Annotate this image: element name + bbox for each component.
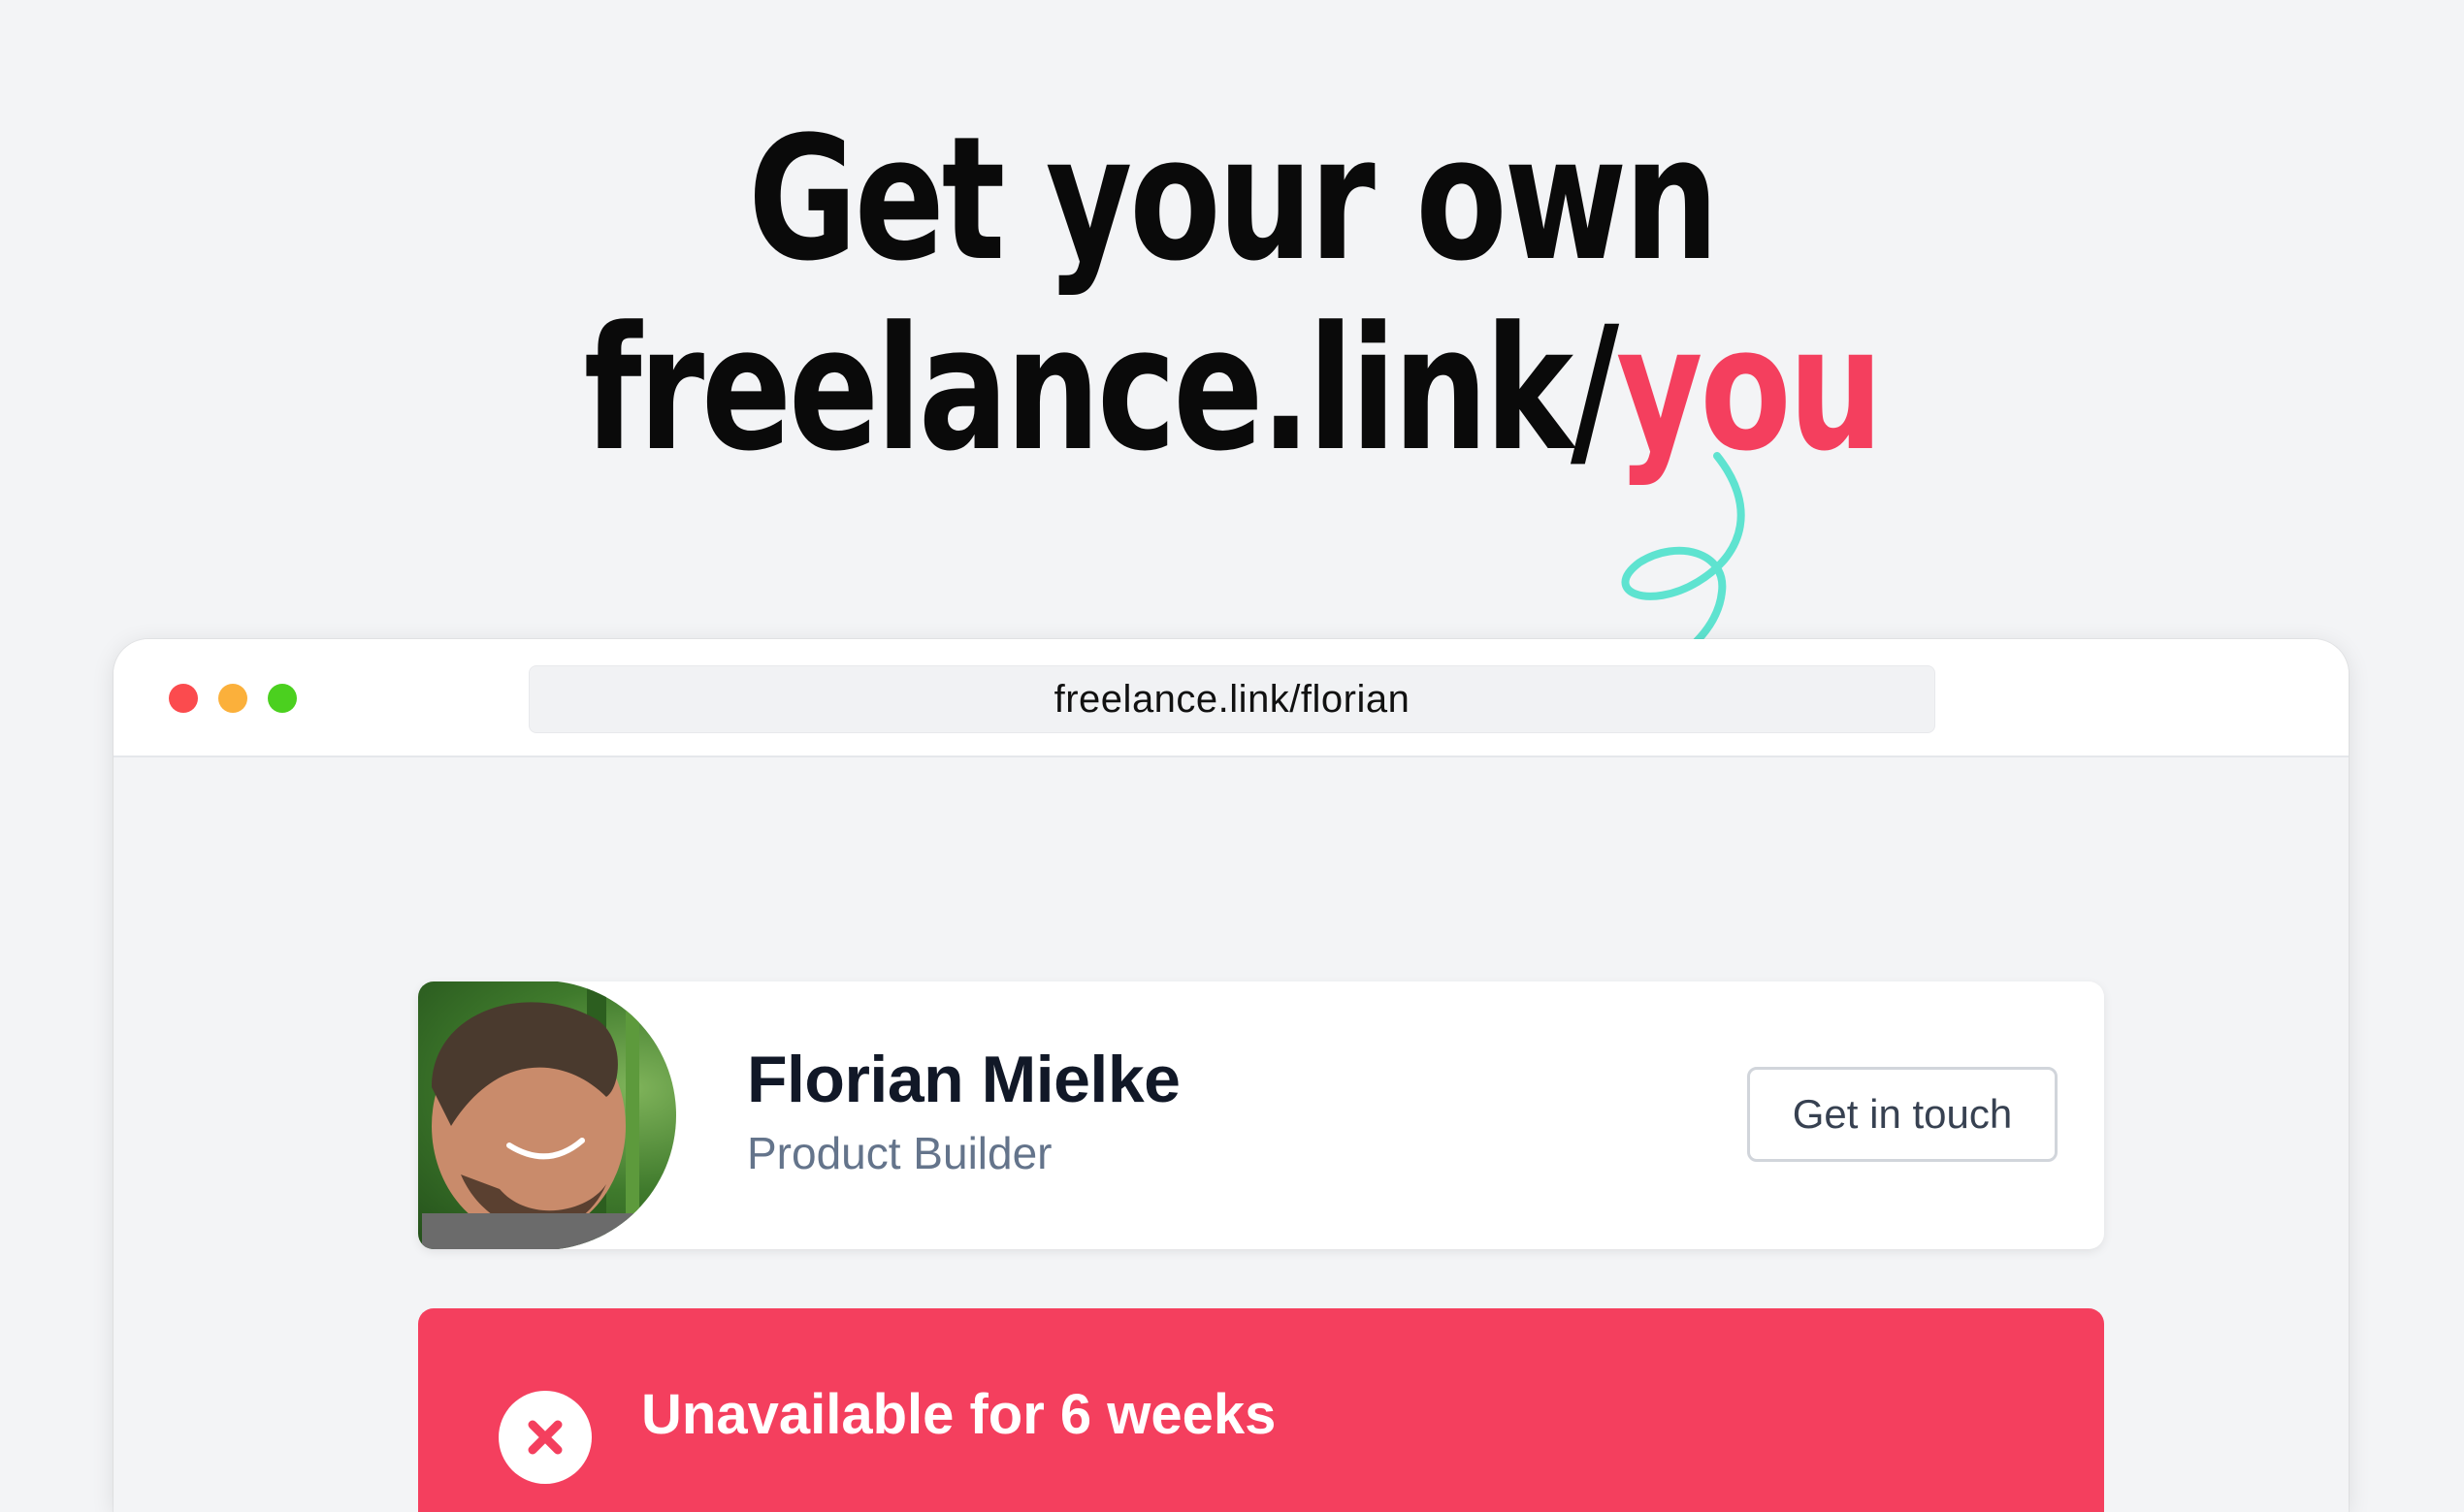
availability-text: Unavailable for 6 weeks (641, 1383, 1277, 1446)
maximize-window-dot[interactable] (268, 684, 297, 713)
browser-titlebar: freelance.link/florian (113, 639, 2349, 757)
get-in-touch-button[interactable]: Get in touch (1747, 1067, 2058, 1162)
headline-url-prefix: freelance.link/ (583, 290, 1619, 489)
person-photo-icon (422, 981, 674, 1249)
close-window-dot[interactable] (169, 684, 198, 713)
hero-headline: Get your own freelance.link/you (271, 105, 2192, 485)
x-close-icon (499, 1391, 592, 1484)
profile-card: Florian Mielke Product Builder Get in to… (418, 981, 2104, 1249)
minimize-window-dot[interactable] (218, 684, 247, 713)
headline-line-1: Get your own (748, 100, 1719, 299)
headline-line-2: freelance.link/you (271, 295, 2192, 485)
address-bar[interactable]: freelance.link/florian (529, 665, 1935, 733)
availability-banner: Unavailable for 6 weeks (418, 1308, 2104, 1512)
browser-window: freelance.link/florian Florian Mielke Pr… (113, 639, 2349, 1512)
profile-name: Florian Mielke (747, 1043, 1181, 1116)
avatar-photo (418, 981, 676, 1249)
profile-role: Product Builder (747, 1128, 1053, 1178)
address-bar-url: freelance.link/florian (1054, 677, 1410, 721)
avatar (418, 981, 676, 1249)
